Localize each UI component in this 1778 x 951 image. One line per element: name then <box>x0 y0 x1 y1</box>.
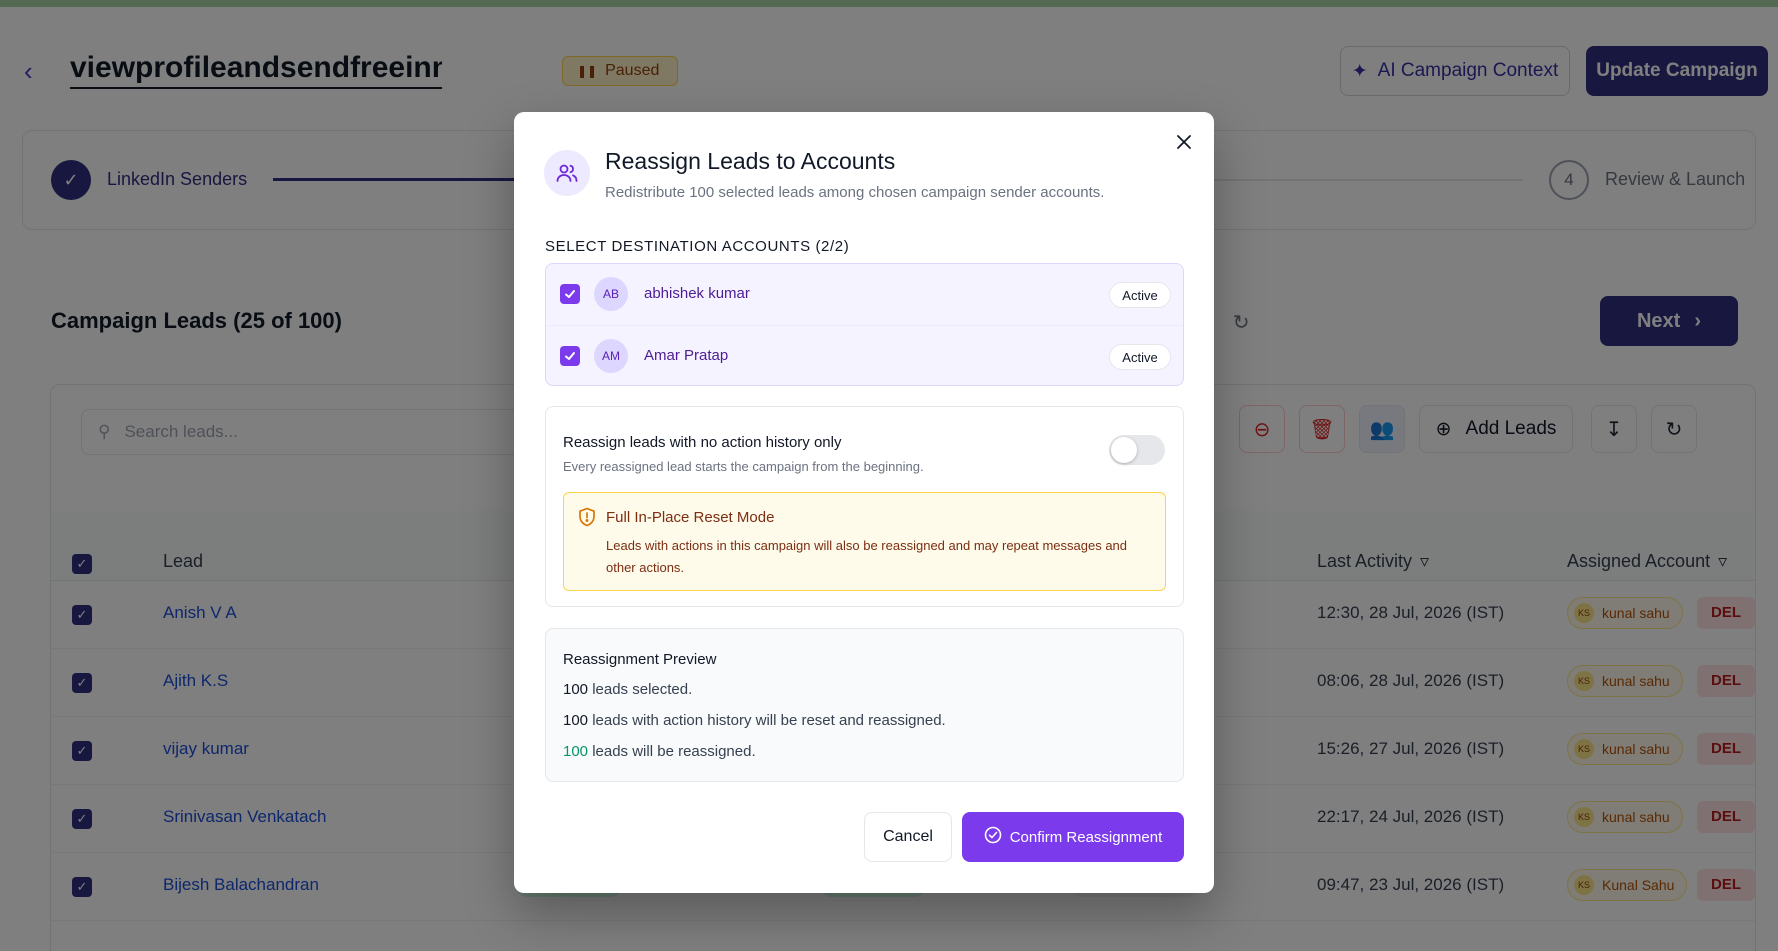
avatar: AB <box>594 277 628 311</box>
preview-selected-line: 100 leads selected. <box>563 681 693 698</box>
shield-alert-icon <box>578 507 596 527</box>
section-label: SELECT DESTINATION ACCOUNTS (2/2) <box>545 238 850 255</box>
option-title: Reassign leads with no action history on… <box>563 434 842 451</box>
check-circle-icon <box>984 826 1002 848</box>
account-name: abhishek kumar <box>644 285 750 302</box>
preview-reassigned-line: 100 leads will be reassigned. <box>563 743 756 760</box>
account-list: AB abhishek kumar Active AM Amar Pratap … <box>545 263 1184 386</box>
confirm-label: Confirm Reassignment <box>1009 828 1163 846</box>
warning-title: Full In-Place Reset Mode <box>606 509 775 526</box>
account-checkbox[interactable] <box>560 284 580 304</box>
reassign-option-card: Reassign leads with no action history on… <box>545 406 1184 607</box>
toggle-knob <box>1111 437 1137 463</box>
cancel-button[interactable]: Cancel <box>864 812 952 862</box>
option-description: Every reassigned lead starts the campaig… <box>563 459 924 474</box>
preview-reset-line: 100 leads with action history will be re… <box>563 712 946 729</box>
reset-mode-warning: Full In-Place Reset Mode Leads with acti… <box>563 492 1166 591</box>
modal-subtitle: Redistribute 100 selected leads among ch… <box>605 184 1105 201</box>
preview-title: Reassignment Preview <box>563 651 717 668</box>
reassignment-preview: Reassignment Preview 100 leads selected.… <box>545 628 1184 782</box>
account-row[interactable]: AB abhishek kumar Active <box>546 264 1183 325</box>
users-icon <box>544 150 590 196</box>
confirm-reassignment-button[interactable]: Confirm Reassignment <box>962 812 1184 862</box>
account-row[interactable]: AM Amar Pratap Active <box>546 325 1183 385</box>
no-history-toggle[interactable] <box>1109 435 1165 465</box>
avatar: AM <box>594 339 628 373</box>
close-icon[interactable] <box>1170 128 1198 156</box>
account-checkbox[interactable] <box>560 346 580 366</box>
status-badge: Active <box>1109 282 1171 308</box>
warning-text: Leads with actions in this campaign will… <box>606 538 1128 575</box>
status-badge: Active <box>1109 344 1171 370</box>
account-name: Amar Pratap <box>644 347 729 364</box>
reassign-leads-modal: Reassign Leads to Accounts Redistribute … <box>514 112 1214 893</box>
modal-title: Reassign Leads to Accounts <box>605 148 896 174</box>
